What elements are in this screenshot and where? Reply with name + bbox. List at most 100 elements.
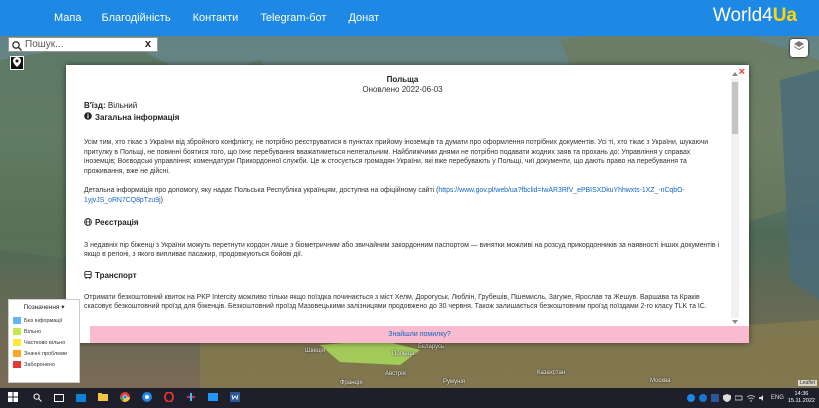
legend-title[interactable]: Позначення ▾ [13,303,75,311]
nav-link-contacts[interactable]: Контакти [193,12,239,24]
legend-item: Заборонено [13,359,75,370]
volume-icon[interactable] [758,389,767,407]
search-icon [33,389,42,407]
section-registry-text: З недавніх пір біженці з України можуть … [84,241,720,259]
battery-icon[interactable] [734,389,743,407]
word-icon [230,389,240,407]
nav-link-telegram-bot[interactable]: Telegram-бот [260,12,326,24]
layers-button[interactable] [790,39,808,57]
map-attribution[interactable]: Leaflet [797,380,817,386]
popup-content[interactable]: Польща Оновлено 2022-06-03 В'їзд: Вільни… [66,65,735,321]
map-label-country: Польща [392,351,415,357]
taskbar-app-slack[interactable] [180,388,202,408]
tray-icon-bluetooth[interactable] [686,389,695,407]
legend-label: Без інформації [24,317,63,324]
legend-item: Вільно [13,326,75,337]
entry-status-label: В'їзд: [84,101,106,110]
windows-icon [8,389,18,407]
map-label-city: Москва [650,378,671,384]
search-icon [11,39,23,51]
taskbar-app-word[interactable] [224,388,246,408]
app-window-icon [208,389,218,407]
popup-scrollbar[interactable] [731,72,739,324]
taskbar-app-generic[interactable] [202,388,224,408]
nav-link-charity[interactable]: Благодійність [101,12,170,24]
map-label-country: Австрія [385,371,406,377]
section-registry-title: Реєстрація [95,218,139,228]
legend-swatch [13,317,21,324]
folder-icon [98,389,108,407]
top-navbar: Мапа Благодійність Контакти Telegram-бот… [0,0,819,36]
wifi-icon[interactable] [746,389,756,407]
country-info-popup: × Польща Оновлено 2022-06-03 В'їзд: Віль… [66,65,749,343]
chrome-icon [142,389,152,407]
map-label-country: Румунія [443,379,466,385]
taskbar-app-chrome[interactable] [114,388,136,408]
legend-label: Частково вільно [24,339,66,346]
nav-link-map[interactable]: Мапа [54,12,81,24]
taskbar-app-files[interactable] [92,388,114,408]
opera-icon [164,389,174,407]
scroll-down-arrow[interactable] [732,320,738,324]
gov-site-text: Детальна інформація про допомогу, яку на… [84,187,439,195]
map-pin-icon [13,54,21,72]
search-taskbar-button[interactable] [26,388,48,408]
popup-country-title: Польща [386,75,419,84]
tray-icon-app[interactable] [698,389,707,407]
legend-item: Частково вільно [13,337,75,348]
slack-icon [186,389,196,407]
system-tray: ENG 14:36 15.11.2022 [686,388,819,408]
taskbar-app-chrome-2[interactable] [136,388,158,408]
legend-label: Заборонено [24,361,55,368]
section-general-title: Загальна інформація [95,112,180,122]
legend-swatch [13,350,21,357]
legend-swatch [13,328,21,335]
shield-icon[interactable] [722,389,731,407]
search-clear-button[interactable]: x [145,38,151,50]
section-general-heading: Загальна інформація [84,112,721,122]
language-indicator[interactable]: ENG [771,395,784,401]
layers-icon [793,39,805,57]
task-view-icon [54,389,64,407]
close-icon[interactable]: × [739,66,745,78]
section-general-text: Усім тим, хто тікає з України від збройн… [84,139,709,175]
section-transport-title: Транспорт [95,271,137,281]
section-transport-heading: Транспорт [84,270,721,281]
gov-site-text-end: ) [160,196,163,204]
info-icon [84,112,92,122]
logo-accent: Ua [772,5,797,26]
popup-updated-date: Оновлено 2022-06-03 [362,85,443,94]
search-input[interactable] [23,39,133,50]
clock-date: 15.11.2022 [787,398,815,404]
nav-link-donate[interactable]: Донат [348,12,379,24]
scrollbar-thumb[interactable] [732,82,738,134]
report-error-button[interactable]: Знайшли помилку? [90,326,749,343]
bus-icon [84,270,92,281]
clock-time: 14:36 [794,391,809,397]
legend-swatch [13,361,21,368]
map-label-country: Швеція [305,348,325,354]
section-transport-text: Отримати безкоштовний квиток на PKP Inte… [84,293,707,311]
start-button[interactable] [0,388,26,408]
tray-icon-store[interactable] [710,389,719,407]
site-logo[interactable]: World4Ua [713,5,797,27]
taskbar-app-opera[interactable] [158,388,180,408]
section-registry-heading: Реєстрація [84,217,721,228]
windows-taskbar: ENG 14:36 15.11.2022 [0,388,819,408]
logo-main: World4 [712,5,773,26]
task-view-button[interactable] [48,388,70,408]
taskbar-app-store[interactable] [70,388,92,408]
legend-label: Значні проблеми [24,350,68,357]
legend-item: Без інформації [13,315,75,326]
clock[interactable]: 14:36 15.11.2022 [788,391,815,405]
globe-icon [84,217,92,228]
scroll-up-arrow[interactable] [732,72,738,76]
legend-label: Вільно [24,328,42,335]
entry-status: В'їзд: Вільний [84,101,721,110]
search-box: x [8,37,158,52]
chrome-icon [120,389,130,407]
legend-item: Значні проблеми [13,348,75,359]
locate-button[interactable] [10,56,24,70]
map-legend[interactable]: Позначення ▾ Без інформації Вільно Частк… [8,299,80,383]
section-general-link-text: Детальна інформація про допомогу, яку на… [84,186,721,205]
